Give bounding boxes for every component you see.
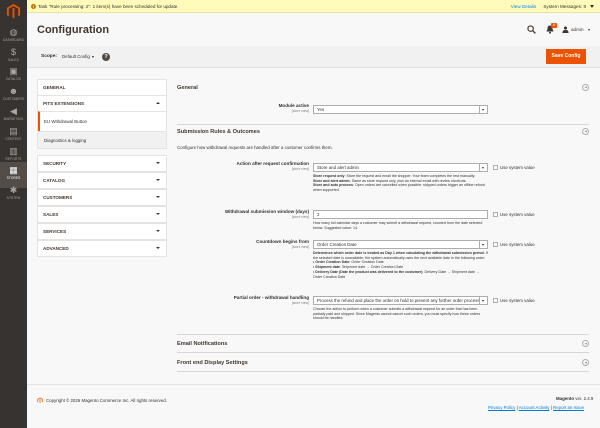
submission-description: Configure how withdrawal requests are ha… — [177, 145, 333, 150]
tab-pits-extensions[interactable]: PITS EXTENSIONS — [38, 96, 166, 111]
dashboard-icon: ◍ — [9, 27, 18, 37]
chevron-down-icon[interactable] — [92, 56, 94, 58]
menu-item-system[interactable]: ✱ System — [0, 182, 27, 208]
countdown-label: Countdown begins from [store view] — [256, 239, 309, 249]
admin-menu: ◍ Dashboard $ Sales ▣ Catalog ☻ Customer… — [0, 0, 27, 428]
section-general-header[interactable]: General — [177, 79, 589, 97]
tab-sales[interactable]: SALES — [37, 206, 167, 223]
action-select[interactable]: Store and alert admin — [313, 163, 488, 172]
dollar-icon: $ — [10, 47, 16, 57]
action-use-system-checkbox[interactable] — [493, 165, 498, 170]
countdown-use-system-label[interactable]: Use system value — [500, 242, 535, 247]
window-use-system-checkbox[interactable] — [493, 212, 498, 217]
partial-select[interactable]: Process the refund and place the order o… — [313, 296, 488, 305]
collapse-icon[interactable] — [582, 84, 589, 91]
countdown-use-system-checkbox[interactable] — [493, 242, 498, 247]
module-active-select[interactable]: Yes — [313, 105, 488, 114]
help-icon[interactable]: ? — [102, 52, 110, 61]
section-submission-header[interactable]: Submission Rules & Outcomes — [177, 123, 589, 141]
chevron-down-icon — [156, 196, 160, 198]
tab-services[interactable]: SERVICES — [37, 223, 167, 240]
section-frontend-header[interactable]: Front end Display Settings — [177, 354, 589, 372]
chevron-down-icon — [479, 164, 487, 171]
collapse-icon[interactable] — [582, 128, 589, 135]
chevron-down-icon[interactable] — [588, 29, 590, 31]
chevron-down-icon — [479, 297, 487, 304]
partial-use-system-checkbox[interactable] — [493, 298, 498, 303]
tab-security[interactable]: SECURITY — [37, 155, 167, 172]
expand-icon[interactable] — [582, 340, 589, 347]
scope-label: Scope: — [41, 54, 57, 59]
tab-catalog[interactable]: CATALOG — [37, 172, 167, 189]
magento-logo-icon — [37, 397, 43, 404]
footer-copyright: Copyright © 2026 Magento Commerce Inc. A… — [46, 398, 167, 403]
scope-bar: Scope: Default Config ? Save Config — [27, 46, 600, 68]
gear-icon: ✱ — [9, 185, 18, 195]
person-icon: ☻ — [8, 86, 19, 96]
warning-icon: ! — [31, 4, 36, 9]
page-title: Configuration — [37, 24, 110, 36]
page-footer: Copyright © 2026 Magento Commerce Inc. A… — [27, 384, 600, 428]
window-label: Withdrawal submission window (days) [sto… — [224, 209, 309, 219]
bar-chart-icon: ▥ — [9, 146, 18, 156]
megaphone-icon: ◀ — [10, 106, 17, 116]
window-use-system-label[interactable]: Use system value — [500, 212, 535, 217]
footer-links: Privacy Policy | Account Activity | Repo… — [488, 405, 585, 410]
window-days-input[interactable]: 2 — [313, 210, 488, 219]
system-notice-bar: ! Task "Rule processing: 2": 1 item(s) h… — [27, 0, 600, 13]
layout-icon: ▤ — [9, 126, 18, 136]
tab-eu-withdrawal-button[interactable]: EU Withdrawal Button — [38, 111, 166, 131]
account-activity-link[interactable]: Account Activity — [519, 405, 550, 410]
action-note: Store request only: Store the request an… — [313, 174, 485, 193]
chevron-up-icon — [156, 102, 160, 104]
action-label: Action after request confirmation [store… — [236, 161, 310, 171]
magento-logo-icon[interactable] — [6, 4, 21, 19]
countdown-note: Determines which order date is treated a… — [313, 251, 488, 279]
partial-label: Partial order - withdrawal handling [sto… — [233, 295, 309, 305]
chevron-down-icon[interactable] — [590, 5, 594, 8]
tab-diagnostics-logging[interactable]: Diagnostics & logging — [38, 131, 166, 148]
chevron-down-icon — [479, 241, 487, 248]
chevron-down-icon — [156, 247, 160, 249]
view-details-link[interactable]: View Details — [511, 0, 536, 13]
search-icon[interactable] — [527, 25, 536, 34]
chevron-down-icon — [156, 179, 160, 181]
cube-icon: ▣ — [9, 66, 18, 76]
chevron-down-icon — [479, 106, 487, 113]
notification-badge[interactable]: 8 — [551, 23, 557, 28]
window-note: How many full calendar days a customer m… — [313, 221, 483, 230]
countdown-select[interactable]: Order Creation Date — [313, 240, 488, 249]
store-icon: ▦ — [9, 165, 18, 175]
expand-icon[interactable] — [582, 359, 589, 366]
tab-customers[interactable]: CUSTOMERS — [37, 189, 167, 206]
report-issue-link[interactable]: Report an Issue — [553, 405, 584, 410]
chevron-down-icon — [156, 230, 160, 232]
admin-user-menu[interactable]: admin — [571, 25, 584, 34]
tab-advanced[interactable]: ADVANCED — [37, 240, 167, 257]
privacy-policy-link[interactable]: Privacy Policy — [488, 405, 515, 410]
module-active-label: Module active [store view] — [278, 103, 309, 113]
user-icon[interactable] — [562, 26, 569, 33]
notice-text: Task "Rule processing: 2": 1 item(s) hav… — [38, 4, 179, 9]
save-config-button[interactable]: Save Config — [546, 49, 586, 64]
chevron-down-icon — [156, 162, 160, 164]
tab-general[interactable]: GENERAL — [37, 79, 167, 96]
tab-group-pits-extensions: PITS EXTENSIONS EU Withdrawal Button Dia… — [37, 95, 167, 149]
chevron-down-icon — [156, 213, 160, 215]
partial-note: Choose the action to perform when a cust… — [313, 307, 481, 321]
action-use-system-label[interactable]: Use system value — [500, 165, 535, 170]
partial-use-system-label[interactable]: Use system value — [500, 298, 535, 303]
footer-version: Magento ver. 2.4.9 — [556, 396, 594, 401]
scope-switcher[interactable]: Default Config — [62, 53, 90, 60]
system-messages-toggle[interactable]: System Messages: 8 — [543, 0, 586, 13]
section-email-header[interactable]: Email Notifications — [177, 335, 589, 353]
